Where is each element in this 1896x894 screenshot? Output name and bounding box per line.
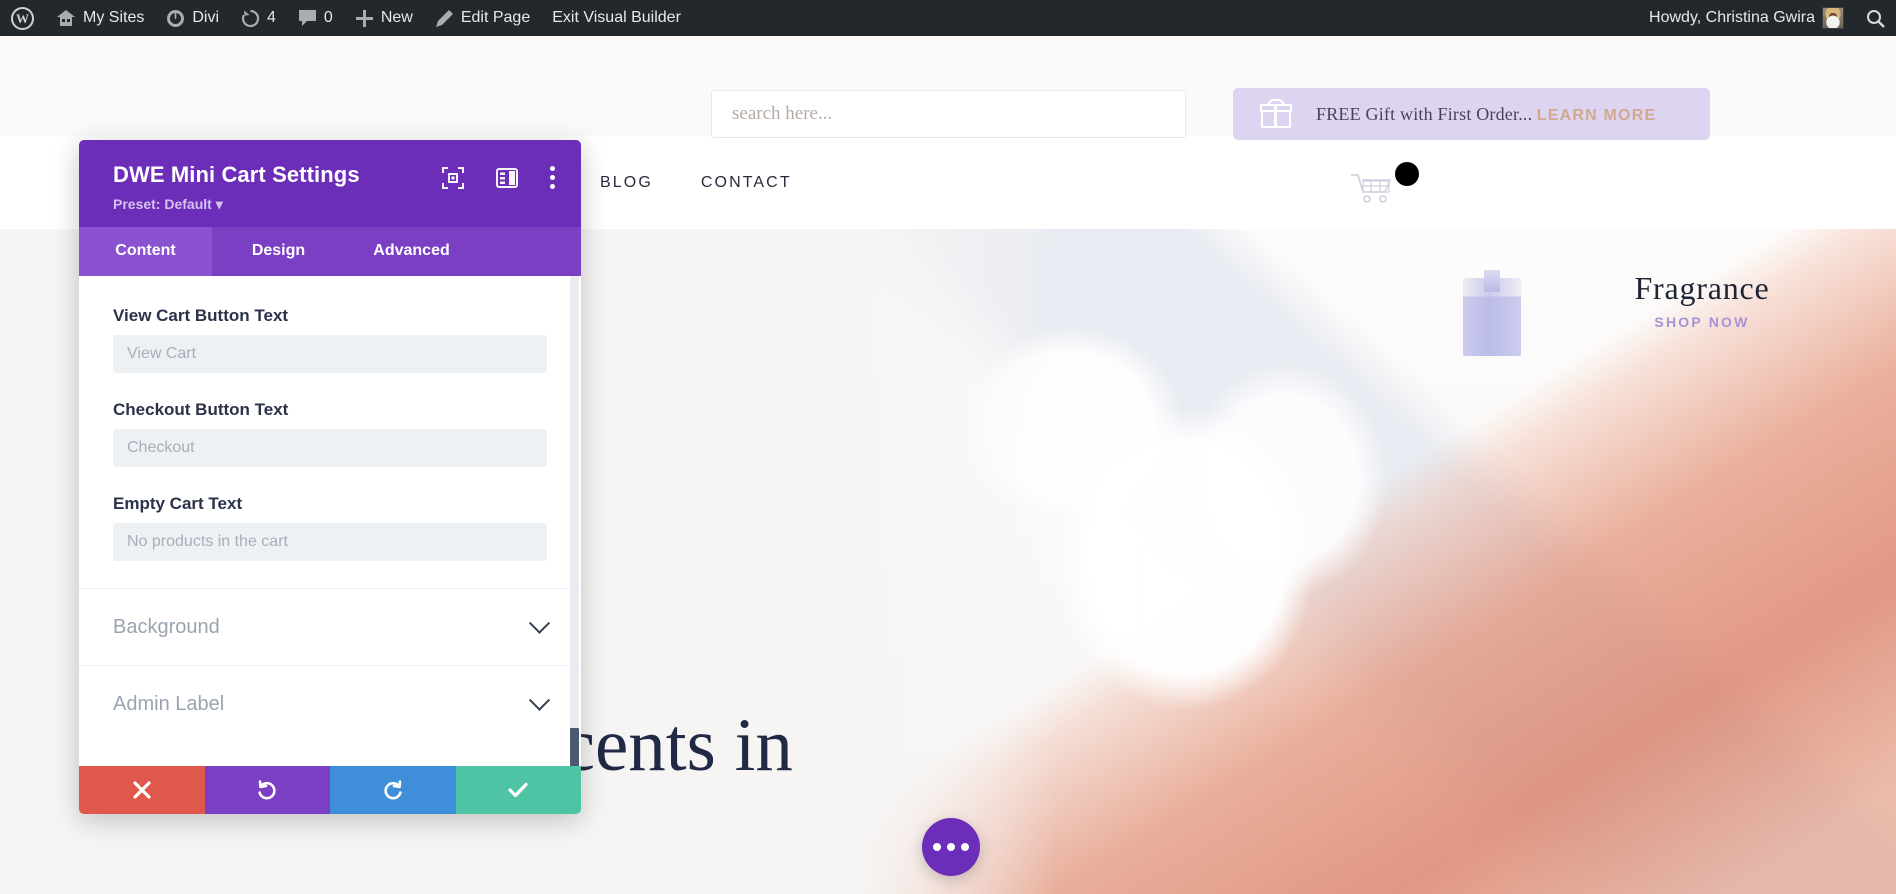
plus-icon <box>355 9 374 28</box>
modal-header-icons <box>442 166 555 189</box>
admin-bar-item-comments[interactable]: 0 <box>287 0 344 36</box>
brand-title: Fragrance <box>1634 270 1770 306</box>
accordion-label: Admin Label <box>113 692 225 715</box>
field-checkout-button-text: Checkout Button Text Checkout <box>113 400 547 467</box>
redo-button[interactable] <box>330 766 456 814</box>
admin-bar-item-exit-visual-builder[interactable]: Exit Visual Builder <box>541 0 692 36</box>
admin-bar-wordpress-logo[interactable] <box>0 0 45 36</box>
field-label: Checkout Button Text <box>113 400 289 419</box>
comments-icon <box>298 9 317 27</box>
modal-body: View Cart Button Text View Cart Checkout… <box>79 276 581 766</box>
field-label: View Cart Button Text <box>113 306 289 325</box>
brand-block: Fragrance SHOP NOW <box>1602 270 1802 330</box>
gift-banner-text: FREE Gift with First Order... <box>1316 103 1533 124</box>
gift-promo-banner[interactable]: FREE Gift with First Order... LEARN MORE <box>1233 88 1710 140</box>
field-placeholder: Checkout <box>127 439 195 456</box>
site-topbar: search here... FREE Gift with First Orde… <box>0 36 1896 140</box>
product-thumbnail <box>1463 270 1521 356</box>
close-icon <box>133 781 151 799</box>
admin-bar-label: Exit Visual Builder <box>552 9 681 26</box>
gift-icon <box>1260 99 1292 128</box>
modal-tabs: Content Design Advanced <box>79 227 581 276</box>
divi-page-settings-fab[interactable] <box>922 818 980 876</box>
updates-icon <box>241 9 260 28</box>
admin-bar-label: New <box>380 9 413 26</box>
admin-bar-label: My Sites <box>83 9 145 26</box>
admin-bar-label: 0 <box>323 9 333 26</box>
admin-bar-item-my-sites[interactable]: My Sites <box>45 0 155 36</box>
admin-bar-item-edit-page[interactable]: Edit Page <box>424 0 541 36</box>
preset-selector[interactable]: Preset: Default ▾ <box>113 196 555 213</box>
howdy-label: Howdy, Christina Gwira <box>1649 9 1815 26</box>
site-search-input[interactable]: search here... <box>711 90 1186 138</box>
primary-nav: BLOG CONTACT <box>600 136 792 229</box>
modal-scrollbar-thumb[interactable] <box>570 728 579 766</box>
wordpress-logo-icon <box>11 6 34 30</box>
field-placeholder: No products in the cart <box>127 533 288 550</box>
panel-layout-icon[interactable] <box>496 167 518 189</box>
checkout-button-text-input[interactable]: Checkout <box>113 429 547 467</box>
divi-module-settings-modal: DWE Mini Cart Settings Preset: Default ▾ <box>79 140 581 814</box>
preset-label: Preset: Default <box>113 196 212 212</box>
settings-scroll-area: View Cart Button Text View Cart Checkout… <box>79 276 581 742</box>
admin-bar-item-updates[interactable]: 4 <box>230 0 287 36</box>
field-label: Empty Cart Text <box>113 494 243 513</box>
shop-now-link[interactable]: SHOP NOW <box>1602 314 1802 330</box>
ellipsis-icon-dot <box>933 843 941 851</box>
tab-design[interactable]: Design <box>212 227 345 276</box>
undo-icon <box>258 780 276 800</box>
cart-button[interactable] <box>1350 162 1420 212</box>
site-search-placeholder: search here... <box>732 103 833 124</box>
discard-button[interactable] <box>79 766 205 814</box>
empty-cart-text-input[interactable]: No products in the cart <box>113 523 547 561</box>
admin-bar-item-new[interactable]: New <box>344 0 424 36</box>
divi-icon <box>166 9 185 28</box>
accordion-admin-label[interactable]: Admin Label <box>79 665 581 742</box>
undo-button[interactable] <box>204 766 330 814</box>
tab-content[interactable]: Content <box>79 227 212 276</box>
nav-link-contact[interactable]: CONTACT <box>701 174 792 192</box>
wp-admin-bar: My Sites Divi 4 0 New Edit Page Exit Vis… <box>0 0 1896 36</box>
admin-bar-item-divi[interactable]: Divi <box>155 0 230 36</box>
more-options-icon[interactable] <box>550 166 555 189</box>
admin-bar-label: Edit Page <box>460 9 531 26</box>
modal-header: DWE Mini Cart Settings Preset: Default ▾ <box>79 140 581 227</box>
tab-advanced[interactable]: Advanced <box>345 227 478 276</box>
search-icon <box>1866 9 1885 28</box>
avatar <box>1822 7 1844 29</box>
caret-down-icon: ▾ <box>215 196 223 212</box>
shopping-cart-icon <box>1351 174 1392 203</box>
chevron-down-icon <box>528 612 551 634</box>
admin-bar-account[interactable]: Howdy, Christina Gwira <box>1638 0 1855 36</box>
check-icon <box>508 782 528 798</box>
admin-bar-search-button[interactable] <box>1855 0 1896 36</box>
cart-count-badge <box>1395 162 1419 186</box>
field-placeholder: View Cart <box>127 345 197 362</box>
modal-footer <box>79 766 581 814</box>
save-button[interactable] <box>455 766 581 814</box>
admin-bar-label: 4 <box>267 9 276 26</box>
pencil-icon <box>435 9 454 28</box>
accordion-label: Background <box>113 615 220 638</box>
field-view-cart-button-text: View Cart Button Text View Cart <box>113 306 547 373</box>
redo-icon <box>384 780 402 800</box>
admin-bar-label: Divi <box>192 9 220 26</box>
ellipsis-icon-dot <box>947 843 955 851</box>
chevron-down-icon <box>528 689 551 711</box>
ellipsis-icon-dot <box>961 843 969 851</box>
sites-icon <box>56 9 76 27</box>
accordion-background[interactable]: Background <box>79 588 581 665</box>
focus-mode-icon[interactable] <box>442 166 464 189</box>
nav-link-blog[interactable]: BLOG <box>600 174 653 192</box>
learn-more-link[interactable]: LEARN MORE <box>1537 107 1657 124</box>
view-cart-button-text-input[interactable]: View Cart <box>113 335 547 373</box>
modal-scrollbar-track[interactable] <box>570 276 579 766</box>
field-empty-cart-text: Empty Cart Text No products in the cart <box>113 494 547 561</box>
